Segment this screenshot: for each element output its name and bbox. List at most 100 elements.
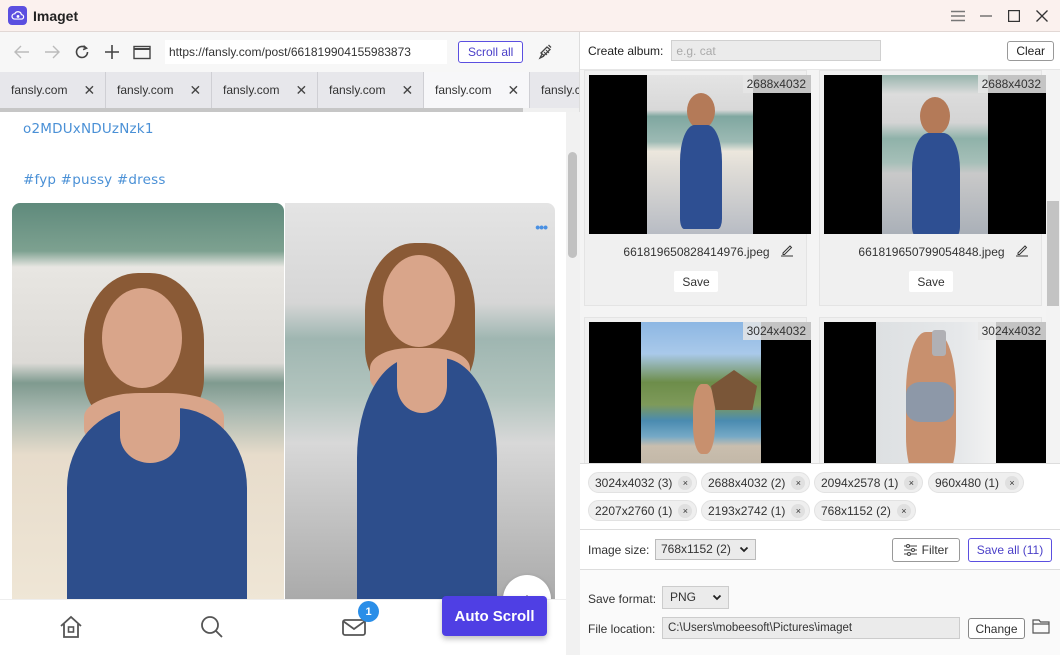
post-image-2[interactable]: ••• [285, 203, 555, 599]
post-link-text[interactable]: o2MDUxNDUzNzk1 [23, 121, 154, 137]
tab-close-icon[interactable]: ✕ [83, 82, 95, 99]
browser-toolbar: Scroll all [0, 32, 579, 72]
search-icon[interactable] [197, 612, 227, 642]
image-filename: 661819650799054848.jpeg [858, 245, 1005, 259]
open-folder-icon[interactable] [1032, 618, 1050, 636]
new-tab-icon[interactable] [97, 37, 127, 67]
image-panel: Create album: Clear 2688x4032 6618196508… [580, 32, 1060, 655]
forward-arrow-icon[interactable] [37, 37, 67, 67]
image-thumbnail[interactable]: 2688x4032 [824, 75, 1046, 234]
image-size-bar: Image size: 768x1152 (2) Filter Save all… [580, 529, 1060, 570]
messages-badge: 1 [358, 601, 379, 622]
edit-filename-icon[interactable] [1015, 243, 1029, 260]
size-chip[interactable]: 2688x4032 (2) × [701, 472, 811, 493]
save-all-button[interactable]: Save all (11) [968, 538, 1052, 562]
close-icon[interactable] [1028, 2, 1056, 30]
size-chip-label: 768x1152 (2) [821, 503, 891, 518]
change-location-button[interactable]: Change [968, 618, 1025, 639]
image-thumbnail[interactable]: 3024x4032 [824, 322, 1046, 463]
tab-4[interactable]: fansly.com ✕ [318, 72, 424, 108]
filter-button[interactable]: Filter [892, 538, 960, 562]
size-chip[interactable]: 3024x4032 (3) × [588, 472, 698, 493]
clear-button[interactable]: Clear [1007, 41, 1054, 61]
image-card[interactable]: 3024x4032 [584, 317, 811, 463]
image-size-label: Image size: [588, 543, 650, 557]
remove-chip-icon[interactable]: × [791, 475, 806, 490]
edit-filename-icon[interactable] [780, 243, 794, 260]
window-icon[interactable] [127, 37, 157, 67]
image-card[interactable]: 2688x4032 661819650828414976.jpeg Save [584, 70, 811, 306]
save-image-button[interactable]: Save [909, 271, 953, 292]
image-size-value: 768x1152 (2) [661, 542, 731, 556]
browser-pane: Scroll all fansly.com ✕ fansly.com ✕ fansl… [0, 32, 580, 655]
page-scrollbar-thumb[interactable] [568, 152, 577, 258]
app-title: Imaget [33, 7, 79, 24]
tab-3[interactable]: fansly.com ✕ [212, 72, 318, 108]
image-dimensions: 2688x4032 [977, 75, 1046, 93]
title-bar: Imaget [0, 0, 1060, 32]
remove-chip-icon[interactable]: × [896, 503, 911, 518]
size-chip[interactable]: 2094x2578 (1) × [814, 472, 924, 493]
remove-chip-icon[interactable]: × [1005, 475, 1020, 490]
remove-chip-icon[interactable]: × [678, 503, 693, 518]
size-chip-label: 2688x4032 (2) [708, 475, 786, 490]
menu-icon[interactable] [944, 2, 972, 30]
size-chip-label: 2094x2578 (1) [821, 475, 899, 490]
image-thumbnail[interactable]: 3024x4032 [589, 322, 811, 463]
image-grid-scrollbar-thumb[interactable] [1047, 201, 1059, 306]
image-grid-scrollbar[interactable] [1046, 70, 1060, 463]
file-location-label: File location: [588, 622, 656, 636]
tab-2[interactable]: fansly.com ✕ [106, 72, 212, 108]
bottom-nav: 1 Auto Scroll [0, 596, 566, 655]
tab-close-icon[interactable]: ✕ [507, 82, 519, 99]
tab-close-icon[interactable]: ✕ [295, 82, 307, 99]
size-chip[interactable]: 768x1152 (2) × [814, 500, 916, 521]
image-filename: 661819650828414976.jpeg [623, 245, 770, 259]
web-page: o2MDUxNDUzNzk1 #fyp #pussy #dress ••• [0, 112, 566, 599]
size-filter-chips: 3024x4032 (3) × 2688x4032 (2) × 2094x2578 … [580, 463, 1060, 529]
post-image-1[interactable] [12, 203, 284, 599]
save-format-select[interactable]: PNG [662, 586, 729, 609]
back-arrow-icon[interactable] [7, 37, 37, 67]
maximize-icon[interactable] [1000, 2, 1028, 30]
album-name-input[interactable] [671, 40, 882, 61]
image-size-select[interactable]: 768x1152 (2) [655, 539, 756, 560]
size-chip[interactable]: 2207x2760 (1) × [588, 500, 698, 521]
image-card[interactable]: 2688x4032 661819650799054848.jpeg Save [819, 70, 1046, 306]
save-format-label: Save format: [588, 592, 657, 606]
save-image-button[interactable]: Save [674, 271, 718, 292]
page-scrollbar[interactable] [566, 112, 580, 655]
album-bar: Create album: Clear [580, 32, 1060, 70]
minimize-icon[interactable] [972, 2, 1000, 30]
broom-icon[interactable] [535, 40, 559, 64]
chevron-down-icon [739, 540, 749, 566]
save-format-value: PNG [670, 590, 697, 604]
tab-close-icon[interactable]: ✕ [189, 82, 201, 99]
tab-6[interactable]: fansly.c [530, 72, 579, 108]
image-card[interactable]: 3024x4032 [819, 317, 1046, 463]
filter-label: Filter [921, 543, 949, 557]
file-location-field[interactable]: C:\Users\mobeesoft\Pictures\imaget [662, 617, 960, 639]
tab-5-active[interactable]: fansly.com ✕ [424, 72, 530, 108]
auto-scroll-button[interactable]: Auto Scroll [442, 596, 547, 636]
tab-label: fansly.com [329, 83, 386, 97]
post-hashtags[interactable]: #fyp #pussy #dress [23, 172, 166, 188]
reload-icon[interactable] [67, 37, 97, 67]
size-chip[interactable]: 2193x2742 (1) × [701, 500, 811, 521]
scroll-all-button[interactable]: Scroll all [458, 41, 524, 63]
tab-1[interactable]: fansly.com ✕ [0, 72, 106, 108]
image-thumbnail[interactable]: 2688x4032 [589, 75, 811, 234]
remove-chip-icon[interactable]: × [904, 475, 919, 490]
more-options-icon[interactable]: ••• [535, 219, 548, 235]
remove-chip-icon[interactable]: × [678, 475, 693, 490]
album-label: Create album: [588, 43, 664, 58]
tab-close-icon[interactable]: ✕ [401, 82, 413, 99]
url-input[interactable] [165, 40, 447, 64]
image-dimensions: 3024x4032 [742, 322, 811, 340]
save-settings: Save format: PNG File location: C:\Users… [580, 570, 1060, 655]
tab-strip: fansly.com ✕ fansly.com ✕ fansly.com ✕ fans… [0, 72, 579, 108]
size-chip[interactable]: 960x480 (1) × [928, 472, 1025, 493]
remove-chip-icon[interactable]: × [791, 503, 806, 518]
size-chip-label: 2207x2760 (1) [595, 503, 673, 518]
home-icon[interactable] [56, 612, 86, 642]
